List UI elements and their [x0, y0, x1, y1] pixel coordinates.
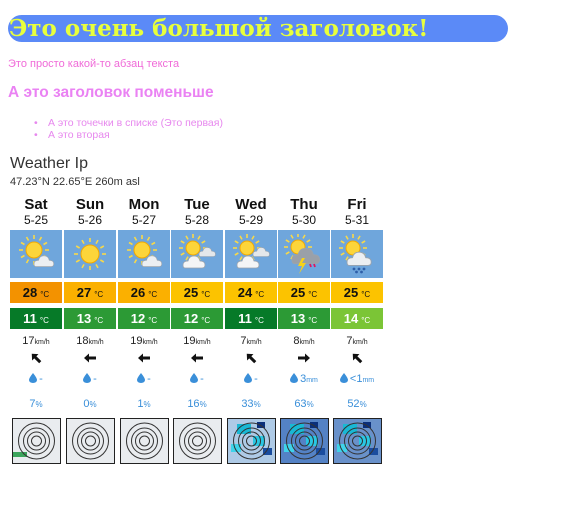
max-temperature: 25 °C — [278, 282, 330, 303]
day-name: Sun — [75, 196, 105, 213]
bullet-list: А это точечки в списке (Это первая) А эт… — [34, 117, 223, 141]
page-heading: Это очень большой заголовок! — [8, 15, 508, 42]
radar-chart-icon — [12, 418, 61, 469]
raindrop-icon — [190, 373, 200, 385]
day-name: Wed — [235, 196, 267, 213]
precipitation-probability: 63% — [294, 398, 314, 410]
precipitation: - — [118, 373, 170, 385]
wind-speed: 7km/h — [346, 335, 368, 347]
day-date: 5-30 — [291, 213, 317, 227]
wind-speed: 18km/h — [76, 335, 104, 347]
day-date: 5-31 — [344, 213, 370, 227]
precipitation: - — [64, 373, 116, 385]
list-item: А это вторая — [34, 129, 223, 141]
min-temperature: 11 °C — [10, 308, 62, 329]
min-temperature: 14 °C — [331, 308, 383, 329]
day-date: 5-28 — [184, 213, 210, 227]
day-date: 5-25 — [23, 213, 49, 227]
precipitation-probability: 1% — [137, 398, 151, 410]
thunderstorm-icon — [278, 230, 330, 278]
day-name: Fri — [347, 196, 367, 213]
wind-speed: 8km/h — [293, 335, 315, 347]
radar-chart-icon — [280, 418, 329, 469]
widget-title[interactable]: Weather Ip — [10, 155, 88, 173]
min-temperature: 12 °C — [118, 308, 170, 329]
sun-clouds-icon — [171, 230, 223, 278]
precipitation-probability: 52% — [347, 398, 367, 410]
min-temperature: 13 °C — [64, 308, 116, 329]
max-temperature: 25 °C — [331, 282, 383, 303]
precipitation: - — [225, 373, 277, 385]
wind-direction-arrow-icon — [83, 351, 97, 370]
radar-chart-icon — [173, 418, 222, 469]
max-temperature: 28 °C — [10, 282, 62, 303]
max-temperature: 27 °C — [64, 282, 116, 303]
radar-chart-icon — [120, 418, 169, 469]
day-date: 5-27 — [131, 213, 157, 227]
min-temperature: 12 °C — [171, 308, 223, 329]
wind-direction-arrow-icon — [350, 351, 364, 370]
page-subheading: А это заголовок поменьше — [8, 84, 214, 101]
sun-clouds-icon — [225, 230, 277, 278]
wind-direction-arrow-icon — [297, 351, 311, 370]
precipitation: <1mm — [331, 373, 383, 385]
raindrop-icon — [290, 373, 300, 385]
precipitation-probability: 16% — [187, 398, 207, 410]
max-temperature: 25 °C — [171, 282, 223, 303]
widget-coordinates: 47.23°N 22.65°E 260m asl — [10, 176, 140, 188]
day-name: Thu — [290, 196, 318, 213]
wind-speed: 7km/h — [240, 335, 262, 347]
list-item: А это точечки в списке (Это первая) — [34, 117, 223, 129]
precipitation-probability: 33% — [241, 398, 261, 410]
wind-direction-arrow-icon — [244, 351, 258, 370]
radar-chart-icon — [66, 418, 115, 469]
wind-speed: 19km/h — [183, 335, 211, 347]
wind-speed: 17km/h — [22, 335, 50, 347]
sun-icon — [64, 230, 116, 278]
max-temperature: 24 °C — [225, 282, 277, 303]
min-temperature: 13 °C — [278, 308, 330, 329]
day-name: Mon — [128, 196, 160, 213]
raindrop-icon — [244, 373, 254, 385]
sun-cloud-rain-icon — [331, 230, 383, 278]
max-temperature: 26 °C — [118, 282, 170, 303]
radar-chart-icon — [227, 418, 276, 469]
wind-direction-arrow-icon — [137, 351, 151, 370]
sun-cloud-icon — [10, 230, 62, 278]
page-paragraph: Это просто какой-то абзац текста — [8, 58, 180, 70]
radar-chart-icon — [333, 418, 382, 469]
day-name: Sat — [24, 196, 48, 213]
precipitation-probability: 7% — [29, 398, 43, 410]
day-date: 5-29 — [238, 213, 264, 227]
raindrop-icon — [339, 373, 350, 385]
precipitation: 3mm — [278, 373, 330, 385]
wind-speed: 19km/h — [130, 335, 158, 347]
precipitation: - — [10, 373, 62, 385]
raindrop-icon — [83, 373, 93, 385]
day-date: 5-26 — [77, 213, 103, 227]
raindrop-icon — [29, 373, 39, 385]
min-temperature: 11 °C — [225, 308, 277, 329]
precipitation: - — [171, 373, 223, 385]
wind-direction-arrow-icon — [190, 351, 204, 370]
raindrop-icon — [137, 373, 147, 385]
precipitation-probability: 0% — [83, 398, 97, 410]
wind-direction-arrow-icon — [29, 351, 43, 370]
day-name: Tue — [184, 196, 210, 213]
sun-cloud-icon — [118, 230, 170, 278]
